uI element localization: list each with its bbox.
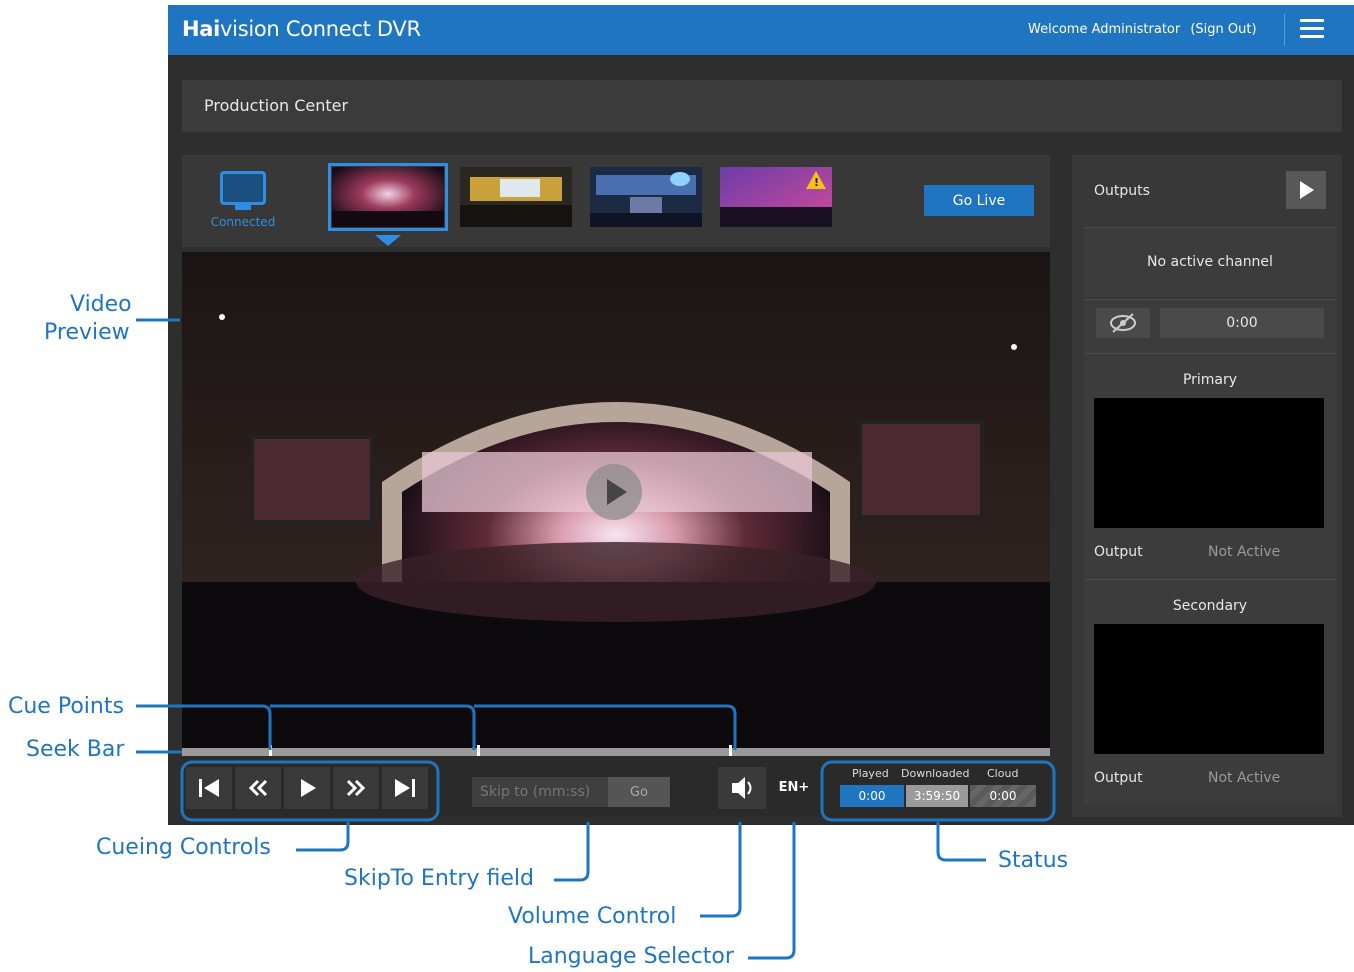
language-annotation: Language Selector (528, 944, 734, 969)
cueing-controls-callout-line (296, 822, 350, 852)
page: Haivision Connect DVR Welcome Administra… (0, 0, 1354, 972)
annotation-text: Video (70, 292, 132, 317)
skipto-annotation: SkipTo Entry field (344, 866, 534, 891)
cueing-controls-highlight (180, 760, 440, 822)
video-preview-annotation-2: Preview (44, 320, 130, 345)
cue-points-callout-line (136, 704, 272, 750)
video-preview-annotation: Video (70, 292, 132, 317)
language-callout-line (748, 822, 796, 960)
status-highlight (820, 760, 1056, 822)
cueing-controls-annotation: Cueing Controls (96, 835, 271, 860)
seek-bar-annotation: Seek Bar (26, 737, 125, 762)
skipto-callout-line (554, 822, 590, 882)
status-callout-line (936, 822, 986, 862)
cue-points-annotation: Cue Points (8, 694, 124, 719)
volume-annotation: Volume Control (508, 904, 677, 929)
volume-callout-line (700, 822, 742, 918)
status-annotation: Status (998, 848, 1069, 873)
annotation-lines (136, 318, 1056, 960)
